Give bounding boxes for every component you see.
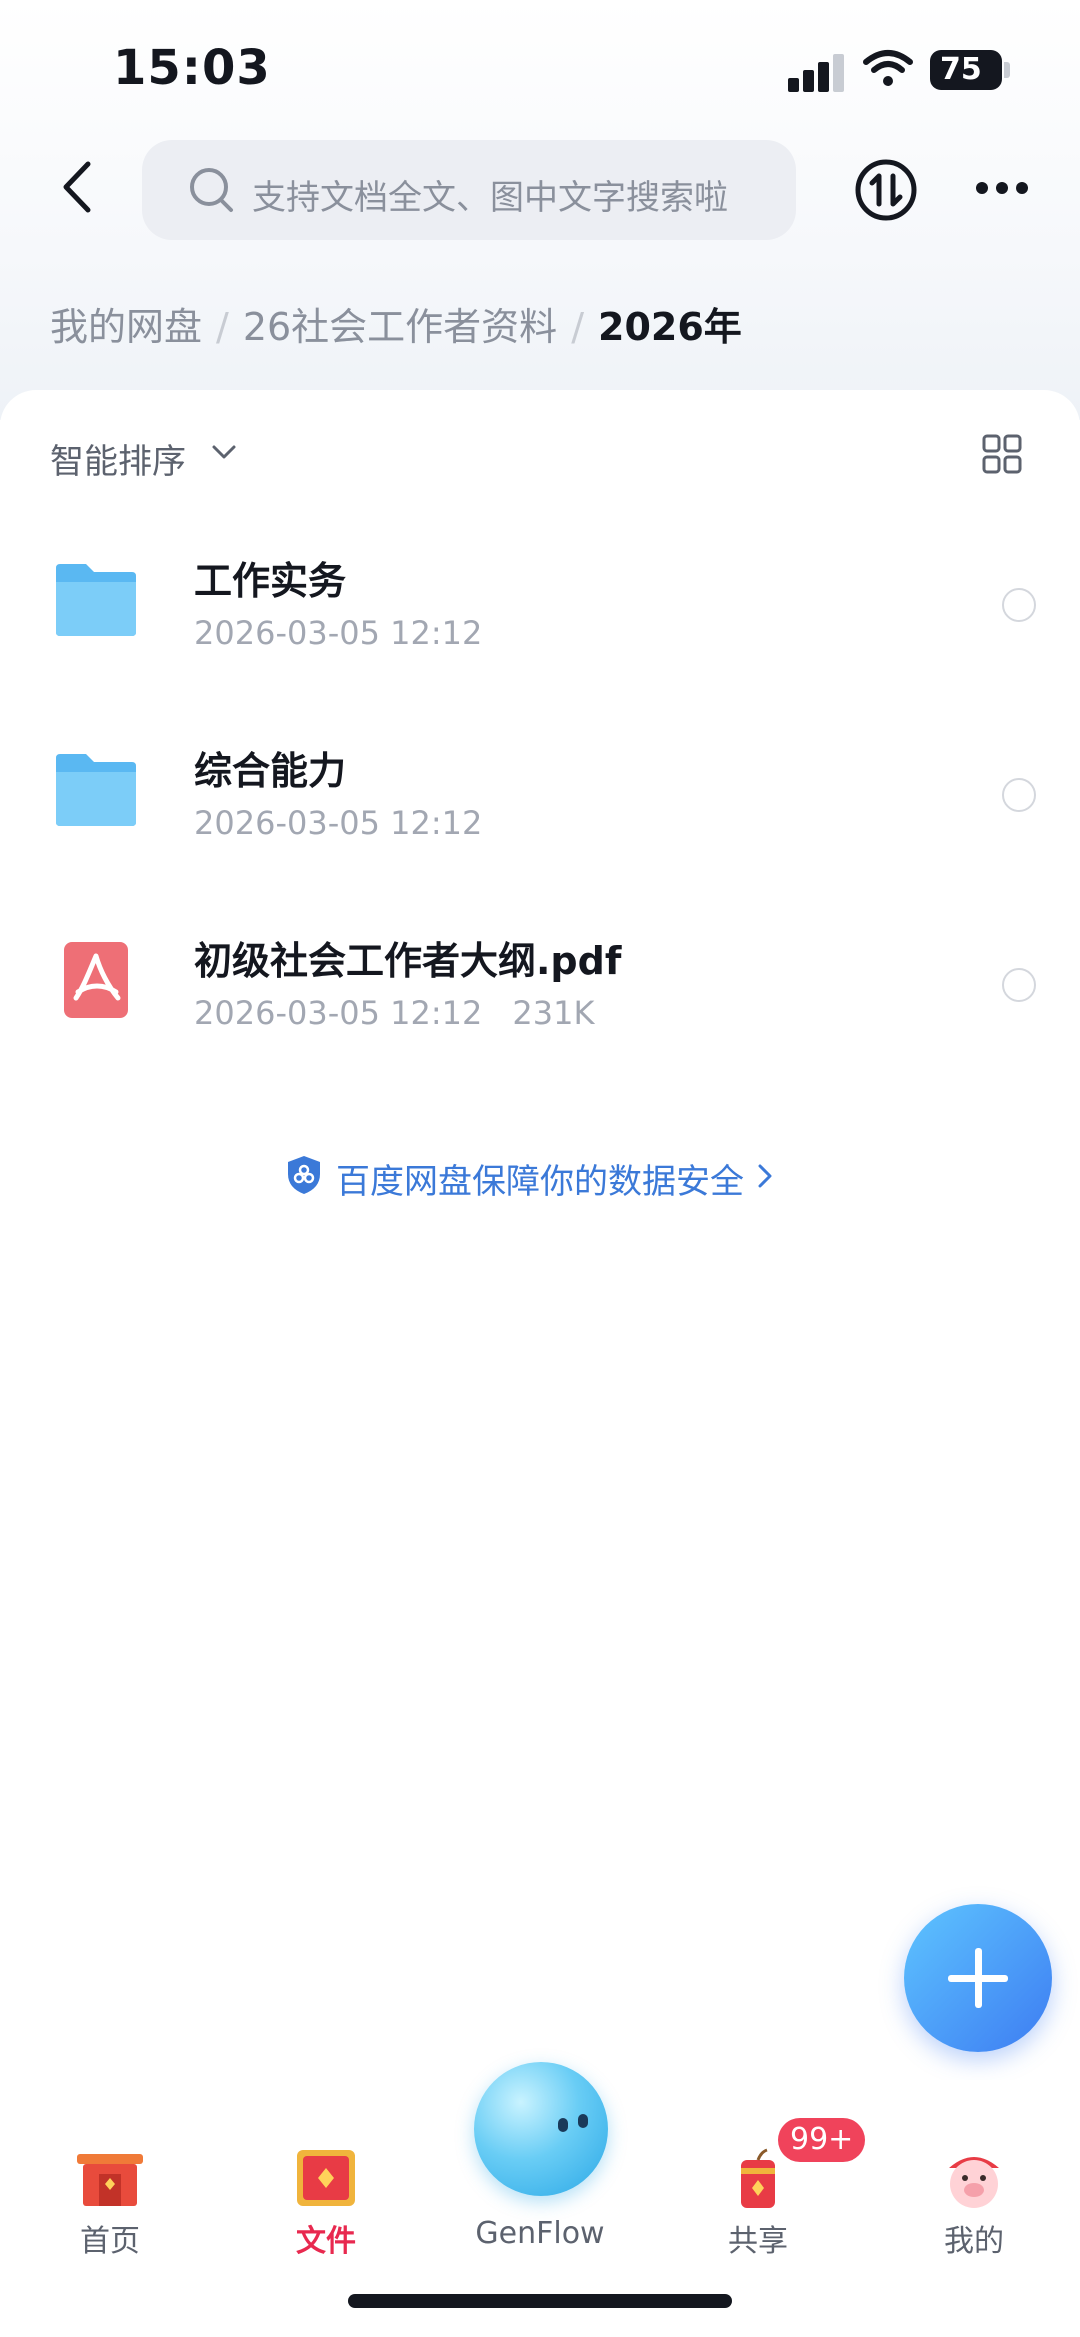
folder-icon: [56, 564, 136, 636]
file-date: 2026-03-05 12:12: [194, 994, 483, 1032]
sort-dropdown[interactable]: 智能排序: [50, 434, 186, 483]
list-item[interactable]: 初级社会工作者大纲.pdf 2026-03-05 12:12 231K: [0, 890, 1080, 1080]
chevron-down-icon[interactable]: [210, 442, 238, 462]
chevron-right-icon: [758, 1164, 772, 1188]
wifi-icon: [863, 50, 913, 86]
tab-label: 文件: [296, 2224, 356, 2259]
home-indicator: [348, 2294, 732, 2308]
breadcrumb: 我的网盘 / 26社会工作者资料 / 2026年: [50, 296, 742, 351]
back-button[interactable]: [58, 160, 98, 214]
tab-label: 我的: [944, 2224, 1004, 2259]
search-placeholder: 支持文档全文、图中文字搜索啦: [252, 178, 728, 218]
pdf-file-icon: [64, 942, 128, 1018]
tab-label: GenFlow: [475, 2216, 605, 2251]
list-item[interactable]: 综合能力 2026-03-05 12:12: [0, 700, 1080, 890]
folder-icon: [56, 754, 136, 826]
file-name: 综合能力: [194, 749, 347, 793]
share-firecracker-icon: [741, 2148, 775, 2208]
tab-me[interactable]: 我的: [904, 2100, 1044, 2259]
add-button[interactable]: [904, 1904, 1052, 2052]
file-name: 初级社会工作者大纲.pdf: [194, 939, 622, 983]
file-date: 2026-03-05 12:12: [194, 614, 483, 652]
select-checkbox[interactable]: [1002, 968, 1036, 1002]
search-icon: [190, 168, 233, 212]
file-meta: 2026-03-05 12:12: [194, 804, 482, 842]
select-checkbox[interactable]: [1002, 588, 1036, 622]
select-checkbox[interactable]: [1002, 778, 1036, 812]
breadcrumb-separator: /: [216, 305, 229, 349]
file-name: 工作实务: [194, 559, 347, 603]
battery-cap: [1004, 62, 1010, 78]
battery-level-text: 75: [940, 52, 982, 87]
safety-text: 百度网盘保障你的数据安全: [336, 1162, 744, 1202]
tab-label: 共享: [728, 2224, 788, 2259]
file-meta: 2026-03-05 12:12 231K: [194, 994, 594, 1032]
grid-view-icon[interactable]: [982, 434, 1022, 474]
more-options-button[interactable]: [972, 176, 1032, 200]
breadcrumb-root[interactable]: 我的网盘: [50, 305, 202, 349]
signal-icon: [788, 52, 846, 92]
files-scroll-icon: [297, 2150, 355, 2206]
file-meta: 2026-03-05 12:12: [194, 614, 482, 652]
avatar-pig-icon: [949, 2157, 999, 2208]
tab-genflow[interactable]: GenFlow: [470, 2100, 610, 2251]
shield-icon: [288, 1156, 320, 1194]
search-input[interactable]: 支持文档全文、图中文字搜索啦: [142, 140, 796, 240]
breadcrumb-parent[interactable]: 26社会工作者资料: [243, 305, 557, 349]
transfer-sync-button[interactable]: [854, 158, 918, 222]
file-size: 231K: [512, 994, 595, 1032]
breadcrumb-separator: /: [571, 305, 584, 349]
tab-home[interactable]: 首页: [40, 2100, 180, 2259]
file-date: 2026-03-05 12:12: [194, 804, 483, 842]
share-badge: 99+: [778, 2118, 866, 2162]
breadcrumb-current: 2026年: [598, 305, 742, 349]
home-gate-icon: [77, 2154, 143, 2206]
tab-label: 首页: [80, 2224, 140, 2259]
tab-files[interactable]: 文件: [256, 2100, 396, 2259]
battery-icon: 75: [930, 50, 1002, 90]
list-item[interactable]: 工作实务 2026-03-05 12:12: [0, 510, 1080, 700]
status-time: 15:03: [113, 40, 271, 96]
